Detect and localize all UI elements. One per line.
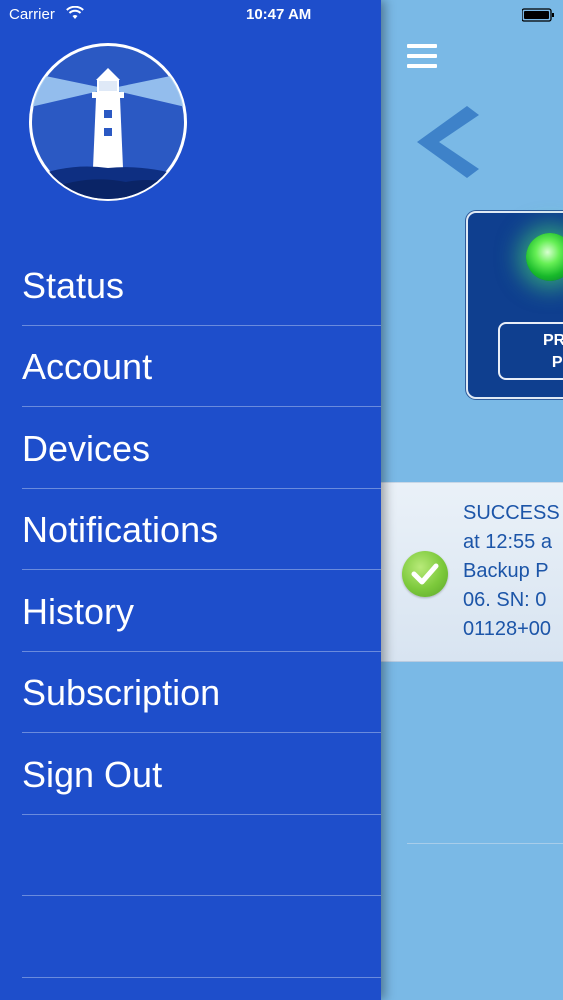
- divider: [407, 843, 563, 844]
- menu-item-history[interactable]: History: [22, 571, 381, 652]
- back-chevron-icon[interactable]: [417, 106, 487, 186]
- menu-empty-row: [22, 897, 381, 978]
- clock-time: 10:47 AM: [246, 6, 312, 23]
- pump-status-indicator: [526, 233, 563, 281]
- side-drawer: Carrier 10:47 AM Status Account Devices: [0, 0, 381, 1000]
- carrier-label: Carrier: [9, 6, 55, 23]
- main-panel: PRIM PU SUCCESS at 12:55 a Backup P 06. …: [381, 0, 563, 1000]
- primary-pump-card[interactable]: PRIM PU: [466, 211, 563, 399]
- menu-toggle-button[interactable]: [407, 44, 437, 70]
- status-bar: Carrier 10:47 AM: [0, 0, 381, 28]
- menu-item-devices[interactable]: Devices: [22, 408, 381, 489]
- notification-line: 06. SN: 0: [463, 589, 547, 611]
- notification-line: 01128+00: [463, 618, 552, 640]
- menu-item-account[interactable]: Account: [22, 326, 381, 407]
- pump-label-line2: PU: [551, 354, 563, 371]
- notification-line: Backup P: [463, 560, 549, 582]
- menu-empty-row: [22, 815, 381, 896]
- check-circle-icon: [402, 551, 448, 597]
- menu-item-notifications[interactable]: Notifications: [22, 489, 381, 570]
- battery-icon: [522, 8, 554, 22]
- menu-item-status[interactable]: Status: [22, 245, 381, 326]
- pump-label-line1: PRIM: [543, 332, 563, 349]
- menu-item-subscription[interactable]: Subscription: [22, 652, 381, 733]
- notification-line: at 12:55 a: [463, 531, 552, 553]
- notification-text: SUCCESS at 12:55 a Backup P 06. SN: 0 01…: [463, 499, 563, 644]
- menu-item-sign-out[interactable]: Sign Out: [22, 734, 381, 815]
- notification-line: SUCCESS: [463, 502, 560, 524]
- notification-banner[interactable]: SUCCESS at 12:55 a Backup P 06. SN: 0 01…: [381, 482, 563, 662]
- lighthouse-logo: [29, 43, 187, 201]
- pump-label: PRIM PU: [498, 322, 563, 380]
- wifi-icon: [66, 6, 84, 19]
